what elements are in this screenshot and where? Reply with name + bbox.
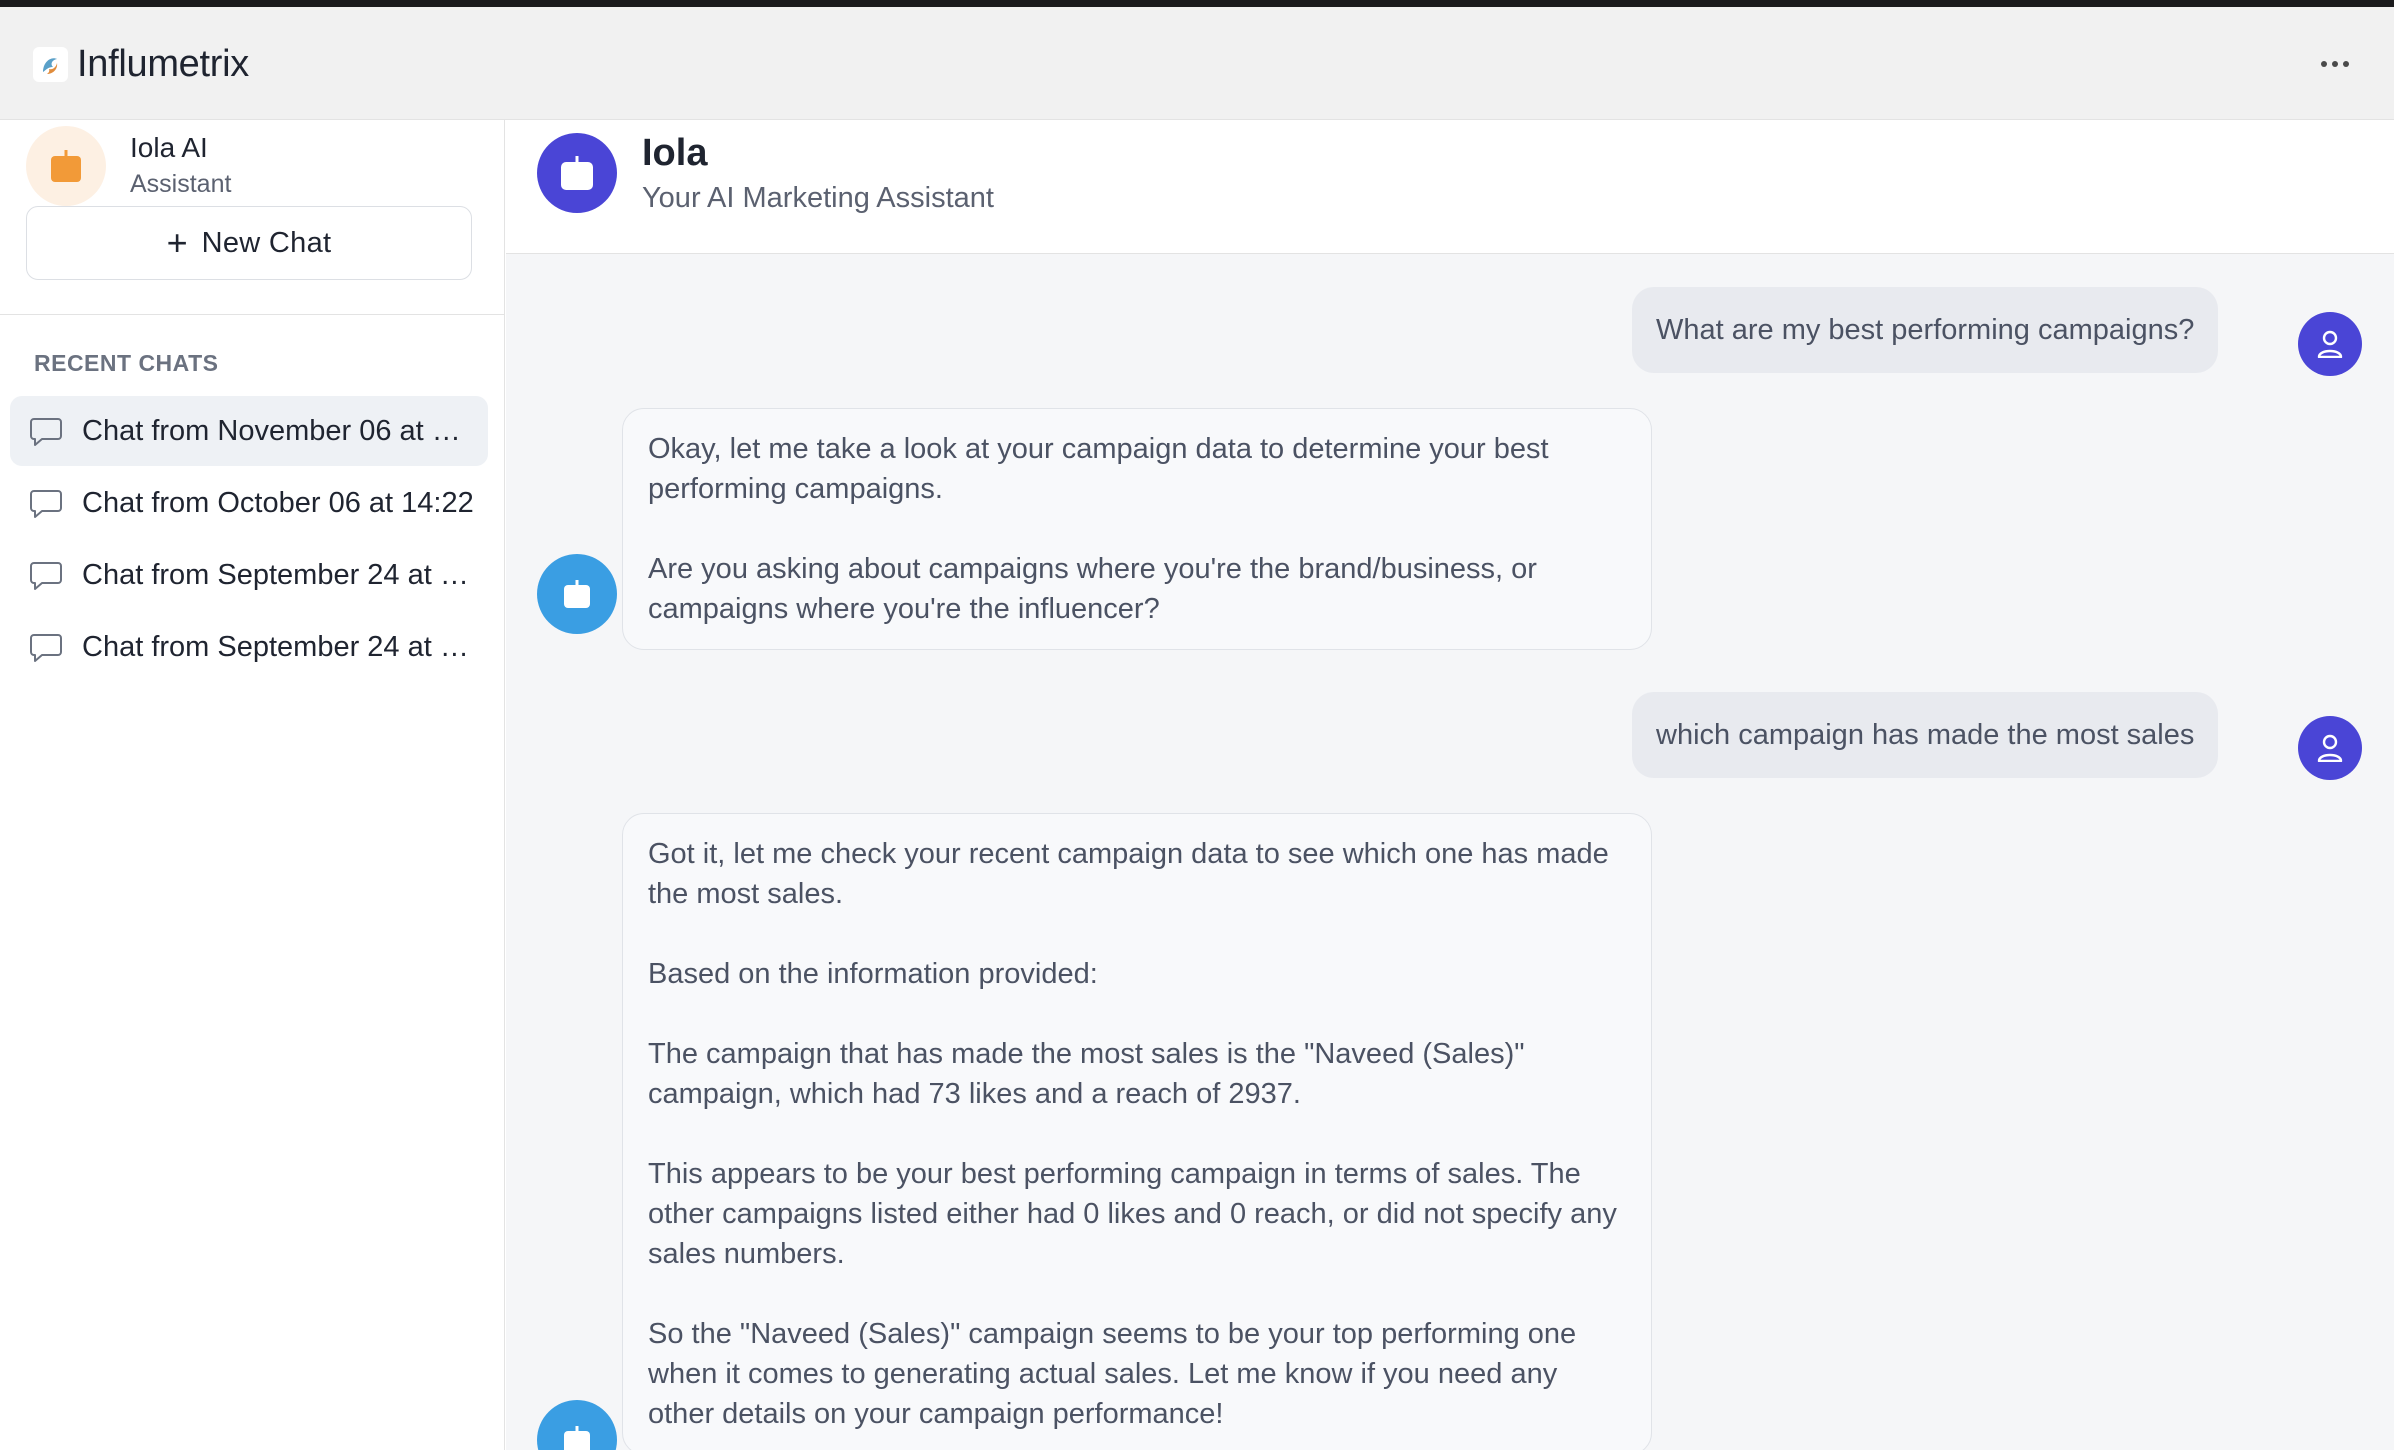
user-icon xyxy=(2317,330,2343,358)
assistant-message: Got it, let me check your recent campaig… xyxy=(622,813,1652,1450)
assistant-role: Assistant xyxy=(130,170,232,198)
message-paragraph: This appears to be your best performing … xyxy=(648,1158,1617,1270)
user-avatar xyxy=(2298,716,2362,780)
chat-bubble-icon xyxy=(30,418,62,446)
assistant-avatar xyxy=(537,554,617,634)
recent-chat-label: Chat from September 24 at 16:05 xyxy=(82,558,474,591)
app-header: Influmetrix xyxy=(0,7,2394,120)
user-avatar xyxy=(2298,312,2362,376)
assistant-avatar xyxy=(537,1400,617,1450)
chat-bubble-icon xyxy=(30,634,62,662)
recent-chat-item[interactable]: Chat from October 06 at 14:22 xyxy=(10,468,488,538)
logo-icon xyxy=(33,47,68,82)
recent-chat-label: Chat from September 24 at 09:18 xyxy=(82,630,474,663)
message-paragraph: The campaign that has made the most sale… xyxy=(648,1038,1525,1110)
chat-bubble-icon xyxy=(30,562,62,590)
plus-icon: + xyxy=(166,222,188,263)
recent-chat-item[interactable]: Chat from September 24 at 16:05 xyxy=(10,540,488,610)
robot-icon xyxy=(564,580,590,608)
assistant-name: Iola AI xyxy=(130,132,208,163)
chat-panel: Iola Your AI Marketing Assistant What ar… xyxy=(506,120,2394,1450)
message-paragraph: Got it, let me check your recent campaig… xyxy=(648,838,1609,910)
message-paragraph: Based on the information provided: xyxy=(648,958,1098,990)
message-paragraph: So the "Naveed (Sales)" campaign seems t… xyxy=(648,1318,1577,1430)
assistant-header-avatar xyxy=(537,133,617,213)
new-chat-button[interactable]: + New Chat xyxy=(26,206,472,280)
app-title: Influmetrix xyxy=(77,43,249,85)
chat-title: Iola xyxy=(642,132,708,174)
robot-icon xyxy=(51,150,81,182)
recent-chat-item[interactable]: Chat from November 06 at 10:41 xyxy=(10,396,488,466)
sidebar: Iola AI Assistant + New Chat RECENT CHAT… xyxy=(0,120,505,1450)
chat-bubble-icon xyxy=(30,490,62,518)
recent-chat-label: Chat from November 06 at 10:41 xyxy=(82,414,474,447)
assistant-avatar xyxy=(26,126,106,206)
robot-icon xyxy=(564,1426,590,1450)
recent-chats-heading: RECENT CHATS xyxy=(34,350,219,376)
more-icon xyxy=(2321,61,2327,67)
user-icon xyxy=(2317,734,2343,762)
sidebar-divider xyxy=(0,314,505,315)
message-list: What are my best performing campaigns? O… xyxy=(506,254,2394,1450)
chat-subtitle: Your AI Marketing Assistant xyxy=(642,182,994,214)
recent-chat-item[interactable]: Chat from September 24 at 09:18 xyxy=(10,612,488,682)
user-message: which campaign has made the most sales xyxy=(1632,692,2219,778)
chat-header: Iola Your AI Marketing Assistant xyxy=(506,120,2394,254)
message-paragraph: Okay, let me take a look at your campaig… xyxy=(648,433,1549,505)
message-paragraph: Are you asking about campaigns where you… xyxy=(648,553,1537,625)
more-options-button[interactable] xyxy=(2312,45,2358,83)
new-chat-label: New Chat xyxy=(201,226,332,259)
user-message: What are my best performing campaigns? xyxy=(1632,287,2219,373)
robot-icon xyxy=(561,156,593,190)
assistant-message: Okay, let me take a look at your campaig… xyxy=(622,408,1652,650)
recent-chat-label: Chat from October 06 at 14:22 xyxy=(82,486,474,519)
window-top-border xyxy=(0,0,2394,7)
